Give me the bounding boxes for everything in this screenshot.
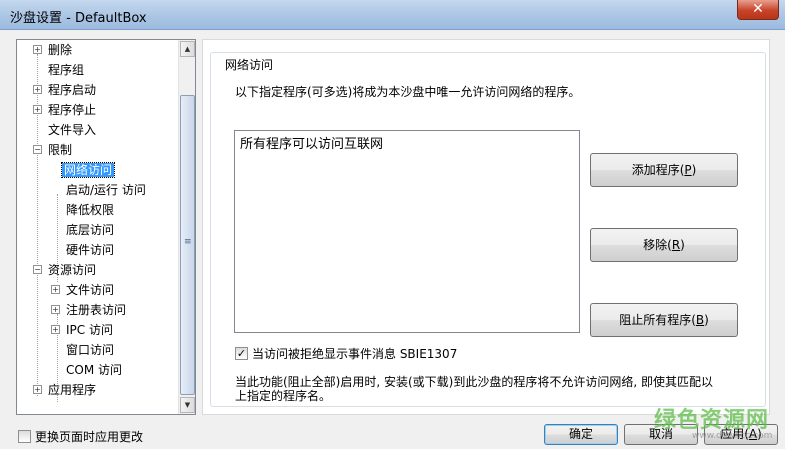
dialog-client: + 删除 程序组 + 程序启动 + 程序停止 文件导入 − 限制 网络访问 启动/运行 … <box>6 30 779 449</box>
tree-item-com-access[interactable]: COM 访问 <box>64 361 124 379</box>
tree-item-program-stop[interactable]: + 程序停止 <box>33 101 98 119</box>
expand-icon[interactable]: + <box>33 385 42 394</box>
apply-on-switch-checkbox[interactable] <box>18 430 31 443</box>
watermark-text: 绿色资源网 <box>654 408 770 433</box>
tree-item-restrictions[interactable]: − 限制 <box>33 141 74 159</box>
tree-item-applications[interactable]: + 应用程序 <box>33 381 98 399</box>
block-all-note: 当此功能(阻止全部)启用时, 安装(或下载)到此沙盘的程序将不允许访问网络, 即… <box>235 375 713 403</box>
close-icon: ✕ <box>752 1 764 17</box>
checkbox-label: 当访问被拒绝显示事件消息 SBIE1307 <box>252 347 458 361</box>
show-event-message-checkbox[interactable]: ✓ <box>235 347 248 360</box>
tree-item-network-access[interactable]: 网络访问 <box>60 161 116 179</box>
group-title: 网络访问 <box>222 56 277 73</box>
tree-content: + 删除 程序组 + 程序启动 + 程序停止 文件导入 − 限制 网络访问 启动/运行 … <box>17 40 179 414</box>
settings-tree: + 删除 程序组 + 程序启动 + 程序停止 文件导入 − 限制 网络访问 启动/运行 … <box>16 39 196 415</box>
expand-icon[interactable]: + <box>51 325 60 334</box>
apply-on-switch-label: 更换页面时应用更改 <box>35 430 144 444</box>
settings-panel: 网络访问 以下指定程序(可多选)将成为本沙盘中唯一允许访问网络的程序。 所有程序… <box>202 39 770 415</box>
expand-icon[interactable]: + <box>51 305 60 314</box>
tree-item-resource-access[interactable]: − 资源访问 <box>33 261 98 279</box>
expand-icon[interactable]: + <box>33 105 42 114</box>
network-access-group: 网络访问 以下指定程序(可多选)将成为本沙盘中唯一允许访问网络的程序。 所有程序… <box>210 52 766 407</box>
collapse-icon[interactable]: − <box>33 145 42 154</box>
add-program-button[interactable]: 添加程序(P) <box>590 153 738 187</box>
remove-button[interactable]: 移除(R) <box>590 228 738 262</box>
collapse-icon[interactable]: − <box>33 265 42 274</box>
tree-item-low-level-access[interactable]: 底层访问 <box>64 221 116 239</box>
tree-item-program-groups[interactable]: 程序组 <box>46 61 86 79</box>
tree-item-program-start[interactable]: + 程序启动 <box>33 81 98 99</box>
tree-item-hardware-access[interactable]: 硬件访问 <box>64 241 116 259</box>
tree-item-drop-rights[interactable]: 降低权限 <box>64 201 116 219</box>
expand-icon[interactable]: + <box>51 285 60 294</box>
grip-icon: ≡ <box>184 237 192 247</box>
scroll-up-arrow-icon[interactable]: ▲ <box>180 41 195 57</box>
tree-scrollbar[interactable]: ▲ ≡ ▼ <box>178 40 195 414</box>
show-event-message-option[interactable]: ✓ 当访问被拒绝显示事件消息 SBIE1307 <box>235 345 457 362</box>
tree-item-ipc-access[interactable]: + IPC 访问 <box>51 321 115 339</box>
description-text: 以下指定程序(可多选)将成为本沙盘中唯一允许访问网络的程序。 <box>235 85 581 99</box>
tree-item-file-import[interactable]: 文件导入 <box>46 121 98 139</box>
list-item[interactable]: 所有程序可以访问互联网 <box>240 133 383 152</box>
tree-item-file-access[interactable]: + 文件访问 <box>51 281 116 299</box>
window-title: 沙盘设置 - DefaultBox <box>10 11 147 26</box>
close-button[interactable]: ✕ <box>737 0 779 20</box>
tree-item-registry-access[interactable]: + 注册表访问 <box>51 301 128 319</box>
ok-button[interactable]: 确定 <box>544 424 618 445</box>
allowed-programs-list[interactable]: 所有程序可以访问互联网 <box>234 130 580 333</box>
tree-item-start-run-access[interactable]: 启动/运行 访问 <box>64 181 148 199</box>
title-bar: 沙盘设置 - DefaultBox ✕ <box>0 0 785 30</box>
expand-icon[interactable]: + <box>33 85 42 94</box>
expand-icon[interactable]: + <box>33 45 42 54</box>
apply-on-switch-option[interactable]: 更换页面时应用更改 <box>18 428 143 445</box>
tree-item-delete[interactable]: + 删除 <box>33 41 74 59</box>
watermark-logo: 绿色资源网 www.downcc.com <box>646 400 785 449</box>
watermark-url: www.downcc.com <box>692 431 773 441</box>
tree-item-window-access[interactable]: 窗口访问 <box>64 341 116 359</box>
scroll-down-arrow-icon[interactable]: ▼ <box>180 397 195 413</box>
block-all-programs-button[interactable]: 阻止所有程序(B) <box>590 303 738 337</box>
scroll-thumb[interactable]: ≡ <box>180 95 195 395</box>
